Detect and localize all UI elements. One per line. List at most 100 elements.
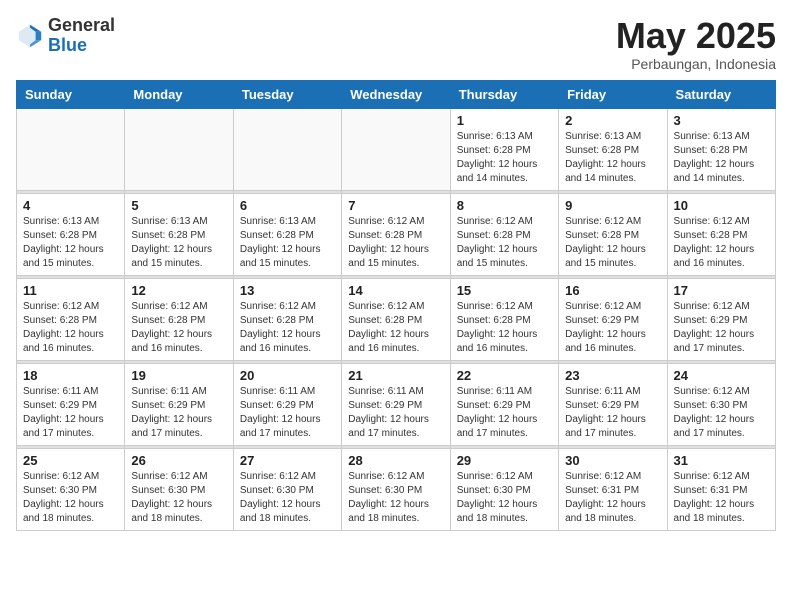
calendar-week-row: 25 Sunrise: 6:12 AM Sunset: 6:30 PM Dayli… bbox=[17, 448, 776, 530]
day-info: Sunrise: 6:13 AM Sunset: 6:28 PM Dayligh… bbox=[674, 130, 769, 186]
calendar-cell: 16 Sunrise: 6:12 AM Sunset: 6:29 PM Dayli… bbox=[559, 278, 667, 360]
day-number: 25 bbox=[23, 453, 118, 468]
day-number: 9 bbox=[565, 198, 660, 213]
day-info: Sunrise: 6:12 AM Sunset: 6:28 PM Dayligh… bbox=[457, 215, 552, 271]
day-info: Sunrise: 6:12 AM Sunset: 6:28 PM Dayligh… bbox=[348, 215, 443, 271]
calendar-cell bbox=[17, 108, 125, 190]
day-info: Sunrise: 6:11 AM Sunset: 6:29 PM Dayligh… bbox=[131, 385, 226, 441]
weekday-header: Thursday bbox=[450, 80, 558, 108]
calendar-cell: 18Sunrise: 6:11 AM Sunset: 6:29 PM Dayli… bbox=[17, 363, 125, 445]
day-info: Sunrise: 6:12 AM Sunset: 6:29 PM Dayligh… bbox=[565, 300, 660, 356]
day-info: Sunrise: 6:12 AM Sunset: 6:30 PM Dayligh… bbox=[348, 470, 443, 526]
day-info: Sunrise: 6:12 AM Sunset: 6:30 PM Dayligh… bbox=[457, 470, 552, 526]
calendar-cell: 12Sunrise: 6:12 AM Sunset: 6:28 PM Dayli… bbox=[125, 278, 233, 360]
day-number: 21 bbox=[348, 368, 443, 383]
day-number: 15 bbox=[457, 283, 552, 298]
day-number: 18 bbox=[23, 368, 118, 383]
calendar-cell: 2 Sunrise: 6:13 AM Sunset: 6:28 PM Daylig… bbox=[559, 108, 667, 190]
day-info: Sunrise: 6:13 AM Sunset: 6:28 PM Dayligh… bbox=[23, 215, 118, 271]
calendar-cell: 6 Sunrise: 6:13 AM Sunset: 6:28 PM Daylig… bbox=[233, 193, 341, 275]
calendar-cell: 17 Sunrise: 6:12 AM Sunset: 6:29 PM Dayli… bbox=[667, 278, 775, 360]
weekday-header: Saturday bbox=[667, 80, 775, 108]
day-info: Sunrise: 6:12 AM Sunset: 6:28 PM Dayligh… bbox=[457, 300, 552, 356]
calendar-cell: 4Sunrise: 6:13 AM Sunset: 6:28 PM Daylig… bbox=[17, 193, 125, 275]
day-number: 8 bbox=[457, 198, 552, 213]
day-info: Sunrise: 6:12 AM Sunset: 6:30 PM Dayligh… bbox=[131, 470, 226, 526]
day-info: Sunrise: 6:13 AM Sunset: 6:28 PM Dayligh… bbox=[131, 215, 226, 271]
calendar-cell: 15 Sunrise: 6:12 AM Sunset: 6:28 PM Dayli… bbox=[450, 278, 558, 360]
day-number: 26 bbox=[131, 453, 226, 468]
day-info: Sunrise: 6:11 AM Sunset: 6:29 PM Dayligh… bbox=[240, 385, 335, 441]
day-number: 6 bbox=[240, 198, 335, 213]
day-info: Sunrise: 6:12 AM Sunset: 6:31 PM Dayligh… bbox=[565, 470, 660, 526]
calendar-cell bbox=[342, 108, 450, 190]
day-number: 2 bbox=[565, 113, 660, 128]
month-title: May 2025 bbox=[616, 16, 776, 56]
day-number: 3 bbox=[674, 113, 769, 128]
calendar-cell: 26 Sunrise: 6:12 AM Sunset: 6:30 PM Dayli… bbox=[125, 448, 233, 530]
calendar-cell: 25 Sunrise: 6:12 AM Sunset: 6:30 PM Dayli… bbox=[17, 448, 125, 530]
logo-icon bbox=[16, 22, 44, 50]
day-info: Sunrise: 6:12 AM Sunset: 6:31 PM Dayligh… bbox=[674, 470, 769, 526]
calendar-cell: 13Sunrise: 6:12 AM Sunset: 6:28 PM Dayli… bbox=[233, 278, 341, 360]
title-block: May 2025 Perbaungan, Indonesia bbox=[616, 16, 776, 72]
location: Perbaungan, Indonesia bbox=[616, 56, 776, 72]
calendar-cell: 20 Sunrise: 6:11 AM Sunset: 6:29 PM Dayli… bbox=[233, 363, 341, 445]
calendar-cell: 7Sunrise: 6:12 AM Sunset: 6:28 PM Daylig… bbox=[342, 193, 450, 275]
calendar-cell: 11 Sunrise: 6:12 AM Sunset: 6:28 PM Dayli… bbox=[17, 278, 125, 360]
calendar-cell: 10 Sunrise: 6:12 AM Sunset: 6:28 PM Dayli… bbox=[667, 193, 775, 275]
day-info: Sunrise: 6:12 AM Sunset: 6:29 PM Dayligh… bbox=[674, 300, 769, 356]
day-info: Sunrise: 6:13 AM Sunset: 6:28 PM Dayligh… bbox=[565, 130, 660, 186]
calendar-table: SundayMondayTuesdayWednesdayThursdayFrid… bbox=[16, 80, 776, 531]
calendar-cell: 30Sunrise: 6:12 AM Sunset: 6:31 PM Dayli… bbox=[559, 448, 667, 530]
day-info: Sunrise: 6:13 AM Sunset: 6:28 PM Dayligh… bbox=[240, 215, 335, 271]
calendar-cell: 31Sunrise: 6:12 AM Sunset: 6:31 PM Dayli… bbox=[667, 448, 775, 530]
day-info: Sunrise: 6:12 AM Sunset: 6:28 PM Dayligh… bbox=[348, 300, 443, 356]
calendar-cell: 5 Sunrise: 6:13 AM Sunset: 6:28 PM Daylig… bbox=[125, 193, 233, 275]
day-number: 24 bbox=[674, 368, 769, 383]
calendar-cell: 8 Sunrise: 6:12 AM Sunset: 6:28 PM Daylig… bbox=[450, 193, 558, 275]
calendar-week-row: 1 Sunrise: 6:13 AM Sunset: 6:28 PM Daylig… bbox=[17, 108, 776, 190]
calendar-cell: 9 Sunrise: 6:12 AM Sunset: 6:28 PM Daylig… bbox=[559, 193, 667, 275]
day-info: Sunrise: 6:12 AM Sunset: 6:30 PM Dayligh… bbox=[240, 470, 335, 526]
weekday-header-row: SundayMondayTuesdayWednesdayThursdayFrid… bbox=[17, 80, 776, 108]
page-header: General Blue May 2025 Perbaungan, Indone… bbox=[16, 16, 776, 72]
weekday-header: Tuesday bbox=[233, 80, 341, 108]
day-info: Sunrise: 6:12 AM Sunset: 6:30 PM Dayligh… bbox=[674, 385, 769, 441]
calendar-cell: 1 Sunrise: 6:13 AM Sunset: 6:28 PM Daylig… bbox=[450, 108, 558, 190]
day-info: Sunrise: 6:13 AM Sunset: 6:28 PM Dayligh… bbox=[457, 130, 552, 186]
day-info: Sunrise: 6:12 AM Sunset: 6:28 PM Dayligh… bbox=[23, 300, 118, 356]
day-number: 20 bbox=[240, 368, 335, 383]
day-info: Sunrise: 6:12 AM Sunset: 6:28 PM Dayligh… bbox=[565, 215, 660, 271]
day-number: 5 bbox=[131, 198, 226, 213]
calendar-cell: 21Sunrise: 6:11 AM Sunset: 6:29 PM Dayli… bbox=[342, 363, 450, 445]
weekday-header: Friday bbox=[559, 80, 667, 108]
day-number: 1 bbox=[457, 113, 552, 128]
calendar-cell: 19 Sunrise: 6:11 AM Sunset: 6:29 PM Dayli… bbox=[125, 363, 233, 445]
calendar-cell: 22 Sunrise: 6:11 AM Sunset: 6:29 PM Dayli… bbox=[450, 363, 558, 445]
day-number: 16 bbox=[565, 283, 660, 298]
weekday-header: Sunday bbox=[17, 80, 125, 108]
day-number: 22 bbox=[457, 368, 552, 383]
day-number: 17 bbox=[674, 283, 769, 298]
day-number: 12 bbox=[131, 283, 226, 298]
weekday-header: Monday bbox=[125, 80, 233, 108]
day-number: 29 bbox=[457, 453, 552, 468]
day-number: 19 bbox=[131, 368, 226, 383]
day-number: 10 bbox=[674, 198, 769, 213]
day-number: 11 bbox=[23, 283, 118, 298]
day-number: 28 bbox=[348, 453, 443, 468]
calendar-cell: 3 Sunrise: 6:13 AM Sunset: 6:28 PM Daylig… bbox=[667, 108, 775, 190]
calendar-cell bbox=[233, 108, 341, 190]
day-info: Sunrise: 6:12 AM Sunset: 6:28 PM Dayligh… bbox=[674, 215, 769, 271]
day-info: Sunrise: 6:12 AM Sunset: 6:30 PM Dayligh… bbox=[23, 470, 118, 526]
calendar-cell: 27Sunrise: 6:12 AM Sunset: 6:30 PM Dayli… bbox=[233, 448, 341, 530]
calendar-cell bbox=[125, 108, 233, 190]
day-number: 23 bbox=[565, 368, 660, 383]
day-info: Sunrise: 6:11 AM Sunset: 6:29 PM Dayligh… bbox=[457, 385, 552, 441]
calendar-cell: 14Sunrise: 6:12 AM Sunset: 6:28 PM Dayli… bbox=[342, 278, 450, 360]
logo-text: General Blue bbox=[48, 16, 115, 56]
calendar-cell: 29 Sunrise: 6:12 AM Sunset: 6:30 PM Dayli… bbox=[450, 448, 558, 530]
calendar-cell: 23 Sunrise: 6:11 AM Sunset: 6:29 PM Dayli… bbox=[559, 363, 667, 445]
day-info: Sunrise: 6:11 AM Sunset: 6:29 PM Dayligh… bbox=[565, 385, 660, 441]
